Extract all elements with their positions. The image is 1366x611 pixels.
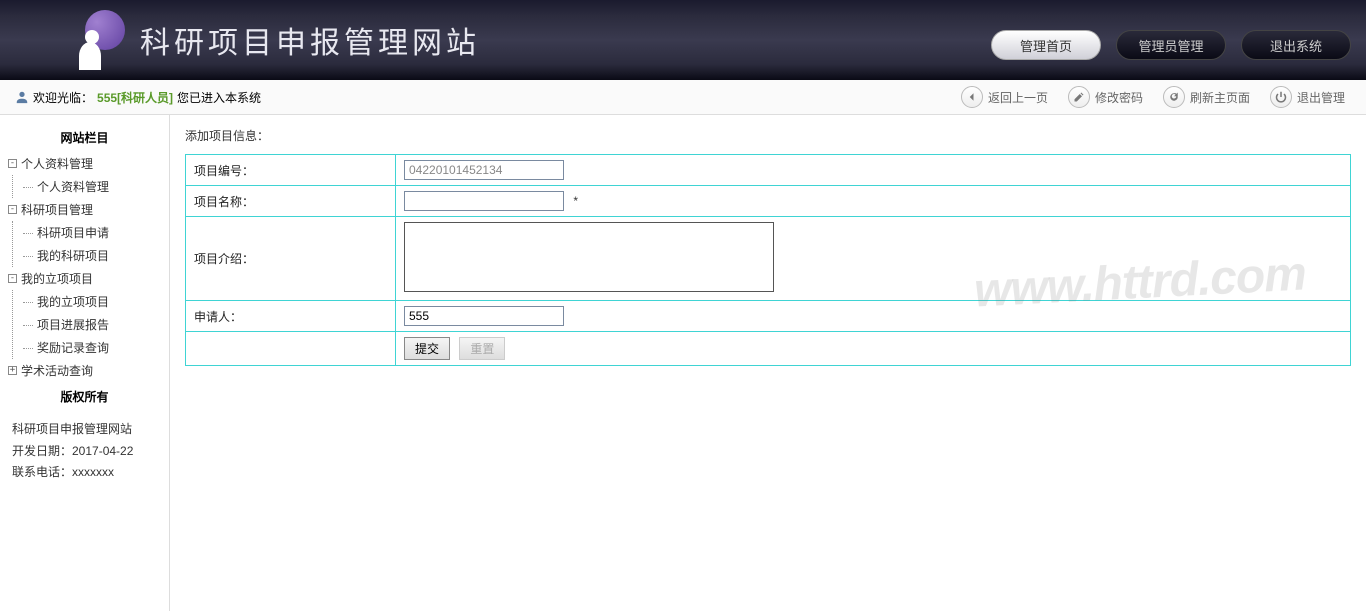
tree-group-profile: - 个人资料管理 个人资料管理	[8, 152, 169, 198]
label-applicant: 申请人：	[186, 301, 396, 332]
arrow-left-icon	[961, 86, 983, 108]
required-marker: *	[573, 194, 578, 208]
refresh-link[interactable]: 刷新主页面	[1157, 86, 1256, 108]
tree-label: 学术活动查询	[21, 362, 93, 379]
sidebar-item-myproject[interactable]: 我的科研项目	[23, 244, 169, 267]
row-buttons: 提交 重置	[186, 332, 1351, 366]
input-project-name[interactable]	[404, 191, 564, 211]
label-project-intro: 项目介绍：	[186, 217, 396, 301]
welcome-suffix: 您已进入本系统	[177, 89, 261, 106]
minus-icon: -	[8, 159, 17, 168]
password-label: 修改密码	[1095, 89, 1143, 106]
textarea-project-intro[interactable]	[404, 222, 774, 292]
container: 网站栏目 - 个人资料管理 个人资料管理 - 科研项目管理 科研项目申请 我的	[0, 115, 1366, 611]
tree-group-academic: + 学术活动查询	[8, 359, 169, 382]
tree-group-project: - 科研项目管理 科研项目申请 我的科研项目	[8, 198, 169, 267]
main-content: 添加项目信息： 项目编号： 项目名称： * 项目介绍：	[170, 115, 1366, 611]
label-project-name: 项目名称：	[186, 186, 396, 217]
pencil-icon	[1068, 86, 1090, 108]
password-link[interactable]: 修改密码	[1062, 86, 1149, 108]
copyright-line2: 开发日期：2017-04-22	[12, 441, 157, 463]
power-icon	[1270, 86, 1292, 108]
row-project-id: 项目编号：	[186, 155, 1351, 186]
action-bar: 欢迎光临： 555[科研人员] 您已进入本系统 返回上一页 修改密码 刷新主页面…	[0, 80, 1366, 115]
tree-toggle-profile[interactable]: - 个人资料管理	[8, 152, 169, 175]
nav-admin-button[interactable]: 管理员管理	[1116, 30, 1226, 60]
row-applicant: 申请人：	[186, 301, 1351, 332]
tree-label: 我的立项项目	[21, 270, 93, 287]
logout-link[interactable]: 退出管理	[1264, 86, 1351, 108]
submit-button[interactable]: 提交	[404, 337, 450, 360]
plus-icon: +	[8, 366, 17, 375]
input-applicant[interactable]	[404, 306, 564, 326]
copyright-block: 科研项目申报管理网站 开发日期：2017-04-22 联系电话：xxxxxxx	[0, 411, 169, 492]
sidebar-item-profile[interactable]: 个人资料管理	[23, 175, 169, 198]
tree-label: 个人资料管理	[21, 155, 93, 172]
sidebar: 网站栏目 - 个人资料管理 个人资料管理 - 科研项目管理 科研项目申请 我的	[0, 115, 170, 611]
welcome-text: 欢迎光临： 555[科研人员] 您已进入本系统	[15, 89, 261, 106]
logo-area: 科研项目申报管理网站	[70, 10, 480, 70]
tree-toggle-academic[interactable]: + 学术活动查询	[8, 359, 169, 382]
site-title: 科研项目申报管理网站	[140, 18, 480, 62]
tree-toggle-approved[interactable]: - 我的立项项目	[8, 267, 169, 290]
header: 科研项目申报管理网站 管理首页 管理员管理 退出系统	[0, 0, 1366, 80]
tree-label: 科研项目管理	[21, 201, 93, 218]
form-table: 项目编号： 项目名称： * 项目介绍： 申请人：	[185, 154, 1351, 366]
form-title: 添加项目信息：	[185, 127, 1351, 144]
row-project-name: 项目名称： *	[186, 186, 1351, 217]
nav-home-button[interactable]: 管理首页	[991, 30, 1101, 60]
back-label: 返回上一页	[988, 89, 1048, 106]
sidebar-item-apply[interactable]: 科研项目申请	[23, 221, 169, 244]
sidebar-item-award[interactable]: 奖励记录查询	[23, 336, 169, 359]
tree-toggle-project[interactable]: - 科研项目管理	[8, 198, 169, 221]
tree-group-approved: - 我的立项项目 我的立项项目 项目进展报告 奖励记录查询	[8, 267, 169, 359]
header-nav: 管理首页 管理员管理 退出系统	[991, 30, 1351, 60]
minus-icon: -	[8, 205, 17, 214]
action-links: 返回上一页 修改密码 刷新主页面 退出管理	[955, 86, 1351, 108]
reset-button[interactable]: 重置	[459, 337, 505, 360]
sidebar-tree: - 个人资料管理 个人资料管理 - 科研项目管理 科研项目申请 我的科研项目	[0, 152, 169, 382]
copyright-title: 版权所有	[0, 382, 169, 411]
input-project-id	[404, 160, 564, 180]
nav-exit-button[interactable]: 退出系统	[1241, 30, 1351, 60]
sidebar-item-progress[interactable]: 项目进展报告	[23, 313, 169, 336]
minus-icon: -	[8, 274, 17, 283]
sidebar-section-title: 网站栏目	[0, 123, 169, 152]
label-project-id: 项目编号：	[186, 155, 396, 186]
user-icon	[15, 90, 29, 104]
welcome-prefix: 欢迎光临：	[33, 89, 93, 106]
back-link[interactable]: 返回上一页	[955, 86, 1054, 108]
logo-icon	[70, 10, 130, 70]
logout-label: 退出管理	[1297, 89, 1345, 106]
welcome-user: 555[科研人员]	[97, 89, 173, 106]
sidebar-item-approved[interactable]: 我的立项项目	[23, 290, 169, 313]
refresh-label: 刷新主页面	[1190, 89, 1250, 106]
refresh-icon	[1163, 86, 1185, 108]
copyright-line3: 联系电话：xxxxxxx	[12, 462, 157, 484]
row-project-intro: 项目介绍：	[186, 217, 1351, 301]
copyright-line1: 科研项目申报管理网站	[12, 419, 157, 441]
